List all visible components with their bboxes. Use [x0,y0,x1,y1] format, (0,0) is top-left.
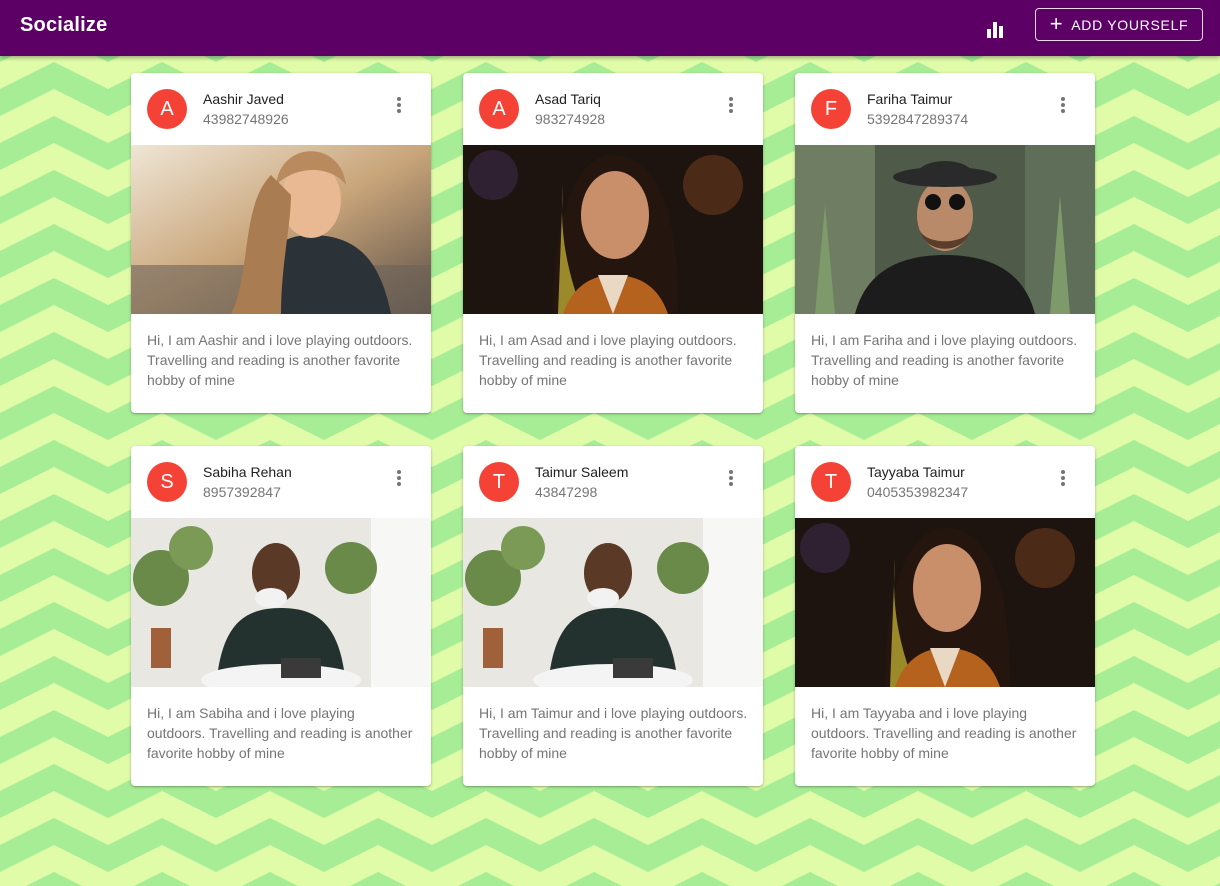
profile-phone: 0405353982347 [867,484,969,500]
app-bar: Socialize + ADD YOURSELF [0,0,1220,56]
profile-name: Fariha Taimur [867,91,953,107]
profile-name: Tayyaba Taimur [867,464,965,480]
profile-bio: Hi, I am Tayyaba and i love playing outd… [811,705,1077,761]
bar-chart-icon [987,22,1003,38]
profile-card: T Taimur Saleem 43847298 Hi, I am Taimur… [463,446,763,786]
avatar: A [147,89,187,129]
profile-phone: 8957392847 [203,484,281,500]
avatar: S [147,462,187,502]
plus-icon: + [1049,10,1064,36]
profile-phone: 5392847289374 [867,111,969,127]
card-menu-button[interactable] [383,89,415,121]
profile-photo [131,145,431,314]
profile-photo [463,518,763,687]
card-menu-button[interactable] [1047,462,1079,494]
profile-bio: Hi, I am Asad and i love playing outdoor… [479,332,737,388]
profile-name: Asad Tariq [535,91,601,107]
card-menu-button[interactable] [715,89,747,121]
more-vert-icon [1061,470,1065,486]
more-vert-icon [397,470,401,486]
card-menu-button[interactable] [1047,89,1079,121]
card-menu-button[interactable] [715,462,747,494]
add-yourself-label: ADD YOURSELF [1071,16,1189,33]
profile-card: T Tayyaba Taimur 0405353982347 Hi, I am … [795,446,1095,786]
profile-name: Sabiha Rehan [203,464,292,480]
profile-name: Aashir Javed [203,91,284,107]
profile-photo [795,518,1095,687]
profile-photo [131,518,431,687]
profile-photo [463,145,763,314]
profile-phone: 43847298 [535,484,598,500]
add-yourself-button[interactable]: + ADD YOURSELF [1035,8,1203,41]
profile-bio: Hi, I am Taimur and i love playing outdo… [479,705,748,761]
app-title: Socialize [20,14,108,36]
avatar: T [479,462,519,502]
profile-card: A Asad Tariq 983274928 Hi, I am Asad and… [463,73,763,413]
profile-photo [795,145,1095,314]
avatar: F [811,89,851,129]
more-vert-icon [1061,97,1065,113]
profile-name: Taimur Saleem [535,464,629,480]
card-menu-button[interactable] [383,462,415,494]
avatar: A [479,89,519,129]
profile-card: S Sabiha Rehan 8957392847 Hi, I am Sabih… [131,446,431,786]
profile-phone: 983274928 [535,111,606,127]
profile-phone: 43982748926 [203,111,289,127]
more-vert-icon [729,97,733,113]
avatar: T [811,462,851,502]
more-vert-icon [729,470,733,486]
profile-card: A Aashir Javed 43982748926 Hi, I am Aash… [131,73,431,413]
profile-card: F Fariha Taimur 5392847289374 Hi, I am F… [795,73,1095,413]
profile-bio: Hi, I am Sabiha and i love playing outdo… [147,705,413,761]
more-vert-icon [397,97,401,113]
stats-button[interactable] [978,12,1012,46]
profile-bio: Hi, I am Aashir and i love playing outdo… [147,332,413,388]
profile-bio: Hi, I am Fariha and i love playing outdo… [811,332,1078,388]
